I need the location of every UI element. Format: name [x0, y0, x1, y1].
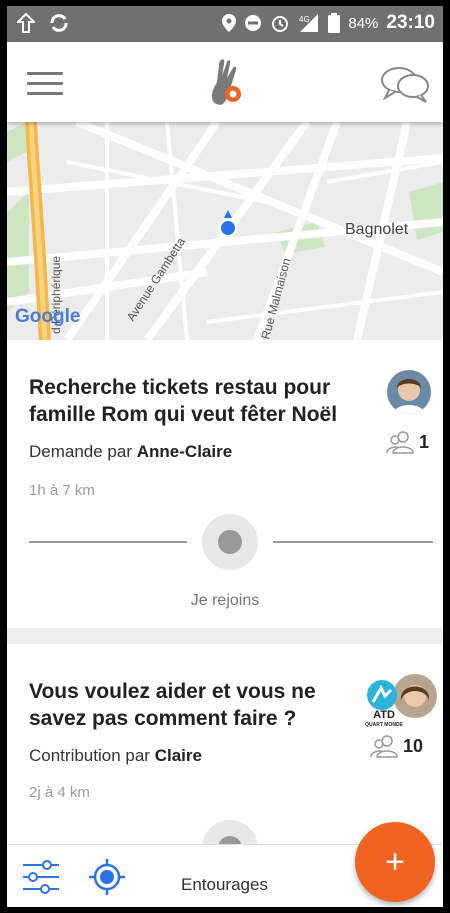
location-pin-icon	[222, 14, 237, 32]
join-button[interactable]	[202, 514, 258, 570]
battery-icon	[328, 13, 341, 33]
device-frame: 4G 84% 23:10 Bagnolet Avenue Gambetta Ru…	[0, 0, 450, 913]
screen: 4G 84% 23:10 Bagnolet Avenue Gambetta Ru…	[7, 6, 443, 907]
sync-icon	[50, 14, 68, 32]
chat-bubbles-icon[interactable]	[379, 64, 431, 104]
google-logo: Google	[15, 306, 80, 327]
hamburger-icon[interactable]	[27, 72, 63, 95]
app-bar	[7, 42, 443, 122]
my-location-icon[interactable]	[87, 857, 127, 897]
signal-icon: 4G	[299, 14, 319, 32]
map-canvas: Bagnolet Avenue Gambetta Rue Malmaison d…	[7, 122, 443, 340]
members-icon	[386, 431, 414, 454]
map-view[interactable]: Bagnolet Avenue Gambetta Rue Malmaison d…	[7, 122, 443, 340]
alarm-icon	[272, 16, 289, 32]
map-label-bagnolet: Bagnolet	[345, 221, 409, 238]
card-meta: 2j à 4 km	[29, 784, 90, 801]
join-label[interactable]: Je rejoins	[7, 592, 443, 610]
entourage-card[interactable]: Recherche tickets restau pour famille Ro…	[7, 340, 443, 628]
card-byline: Demande par Anne-Claire	[29, 442, 233, 461]
filter-sliders-icon[interactable]	[21, 859, 61, 895]
svg-text:4G: 4G	[299, 15, 310, 24]
card-separator	[7, 628, 443, 644]
card-meta: 1h à 7 km	[29, 482, 95, 499]
battery-percent: 84%	[348, 14, 379, 32]
entourage-card[interactable]: Vous voulez aider et vous ne savez pas c…	[7, 644, 443, 876]
add-button[interactable]: +	[355, 822, 435, 902]
entourage-hand-logo[interactable]	[207, 56, 247, 108]
card-author: Claire	[154, 746, 202, 765]
card-author: Anne-Claire	[136, 442, 233, 461]
members-count: 1	[385, 430, 429, 454]
do-not-disturb-icon	[245, 15, 262, 31]
card-byline: Contribution par Claire	[29, 746, 202, 765]
atd-logo-icon	[371, 684, 393, 703]
card-title: Recherche tickets restau pour famille Ro…	[29, 376, 338, 426]
members-icon	[370, 735, 398, 758]
avatar[interactable]	[387, 370, 431, 414]
status-bar: 4G 84% 23:10	[7, 6, 443, 42]
card-title: Vous voulez aider et vous ne savez pas c…	[29, 680, 316, 730]
atd-badge-text: ATD QUART MONDE	[365, 709, 403, 729]
members-count: 10	[369, 734, 423, 758]
tab-entourages[interactable]: Entourages	[181, 875, 268, 895]
atd-badge	[367, 680, 397, 710]
upload-arrow-icon	[17, 13, 35, 33]
clock: 23:10	[386, 12, 435, 33]
join-row	[29, 514, 433, 570]
